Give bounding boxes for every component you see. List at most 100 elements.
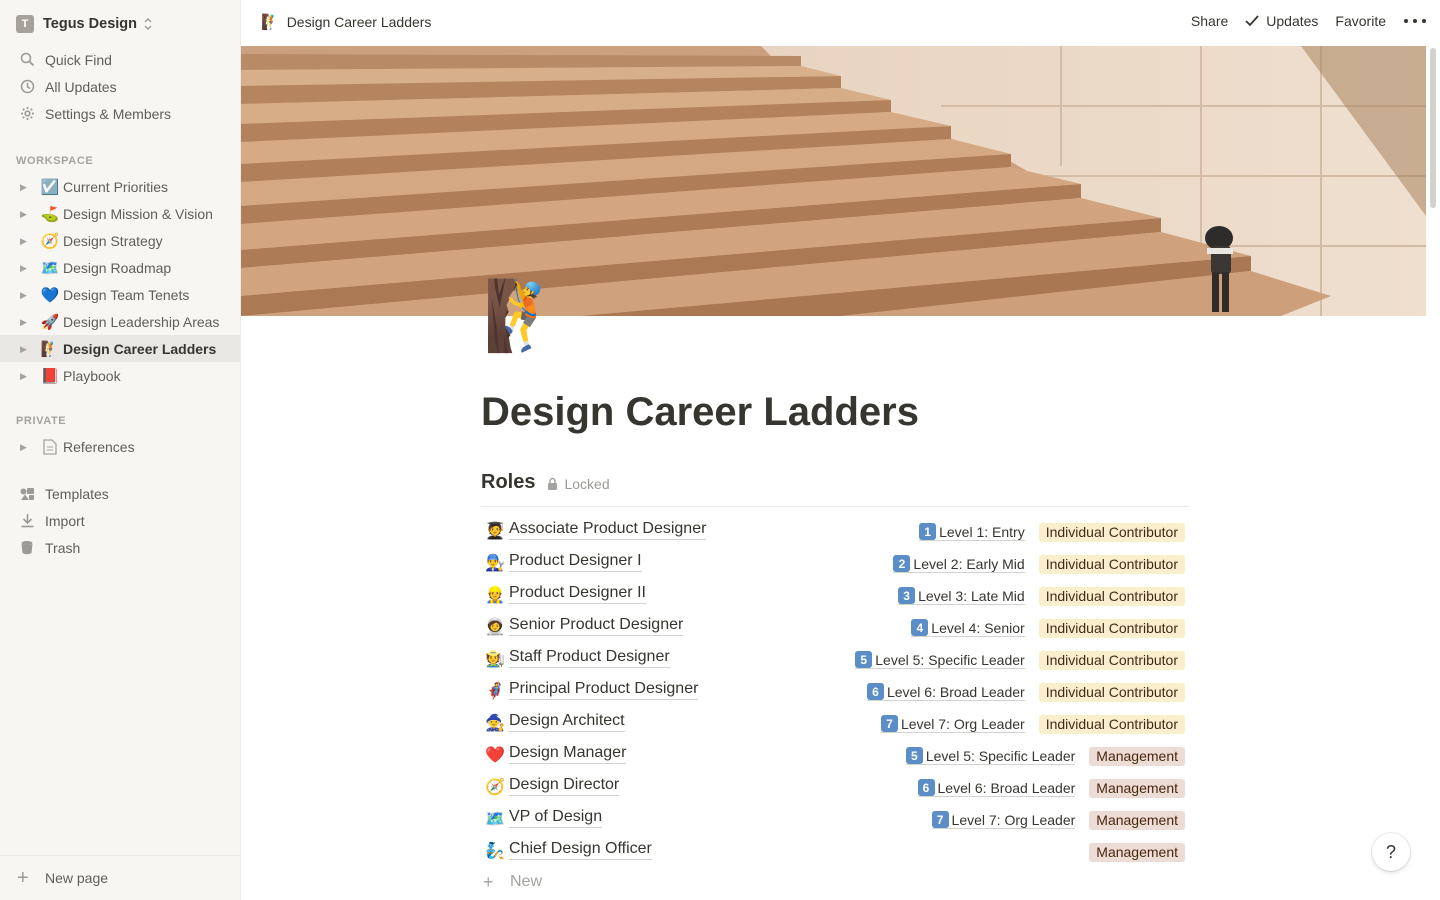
table-row[interactable]: ❤️ Design Manager 5 Level 5: Specific Lea… xyxy=(481,739,1189,771)
level-link[interactable]: 4 Level 4: Senior xyxy=(911,619,1025,637)
import-icon xyxy=(18,512,36,530)
level-link[interactable]: 2 Level 2: Early Mid xyxy=(893,555,1025,573)
share-button[interactable]: Share xyxy=(1191,13,1228,29)
role-name[interactable]: Staff Product Designer xyxy=(509,648,670,668)
expand-triangle-icon[interactable]: ▶ xyxy=(20,344,30,354)
more-options-icon[interactable] xyxy=(1404,19,1426,23)
import-button[interactable]: Import xyxy=(0,507,240,534)
number-5-icon: 5 xyxy=(905,747,923,764)
new-page-button[interactable]: + New page xyxy=(0,855,240,900)
workspace-switcher[interactable]: T Tegus Design xyxy=(16,13,153,35)
trash-label: Trash xyxy=(45,539,81,556)
plus-icon: + xyxy=(17,866,29,889)
quick-find-label: Quick Find xyxy=(45,51,112,68)
sidebar-item-design-strategy[interactable]: ▶ 🧭 Design Strategy xyxy=(0,227,240,254)
check-box-icon: ☑️ xyxy=(40,178,60,196)
cover-image[interactable] xyxy=(241,46,1426,316)
all-updates-button[interactable]: All Updates xyxy=(0,73,240,100)
level-link[interactable]: 6 Level 6: Broad Leader xyxy=(917,779,1076,797)
golf-flag-icon: ⛳ xyxy=(40,205,60,223)
table-row[interactable]: 👷 Product Designer II 3 Level 3: Late Mid… xyxy=(481,579,1189,611)
expand-triangle-icon[interactable]: ▶ xyxy=(20,182,30,192)
table-row[interactable]: 👨‍🔧 Product Designer I 2 Level 2: Early M… xyxy=(481,547,1189,579)
sidebar-item-design-mission-vision[interactable]: ▶ ⛳ Design Mission & Vision xyxy=(0,200,240,227)
database-title[interactable]: Roles xyxy=(481,471,535,494)
breadcrumb[interactable]: 🧗 Design Career Ladders xyxy=(261,13,431,31)
sidebar-item-label: References xyxy=(63,438,135,455)
table-row[interactable]: 🧭 Design Director 6 Level 6: Broad Leader… xyxy=(481,771,1189,803)
role-name[interactable]: Associate Product Designer xyxy=(509,520,707,540)
expand-triangle-icon[interactable]: ▶ xyxy=(20,209,30,219)
table-row[interactable]: 🧑‍🚀 Senior Product Designer 4 Level 4: Se… xyxy=(481,611,1189,643)
sidebar-item-design-team-tenets[interactable]: ▶ 💙 Design Team Tenets xyxy=(0,281,240,308)
new-row-button[interactable]: + New xyxy=(481,868,542,896)
compass-icon: 🧭 xyxy=(485,779,505,796)
templates-button[interactable]: Templates xyxy=(0,480,240,507)
level-link[interactable]: 3 Level 3: Late Mid xyxy=(898,587,1025,605)
topbar: 🧗 Design Career Ladders Share Updates Fa… xyxy=(241,0,1440,46)
expand-triangle-icon[interactable]: ▶ xyxy=(20,371,30,381)
new-page-label: New page xyxy=(45,870,109,886)
role-name[interactable]: Senior Product Designer xyxy=(509,616,684,636)
number-7-icon: 7 xyxy=(931,811,949,828)
level-link[interactable]: 1 Level 1: Entry xyxy=(919,523,1025,541)
table-row[interactable]: 🧙 Design Architect 7 Level 7: Org Leader I… xyxy=(481,707,1189,739)
expand-triangle-icon[interactable]: ▶ xyxy=(20,236,30,246)
role-name[interactable]: Chief Design Officer xyxy=(509,840,652,860)
quick-find-button[interactable]: Quick Find xyxy=(0,46,240,73)
wizard-icon: 🧙 xyxy=(485,715,505,732)
sidebar-item-design-leadership-areas[interactable]: ▶ 🚀 Design Leadership Areas xyxy=(0,308,240,335)
trash-button[interactable]: Trash xyxy=(0,534,240,561)
level-link[interactable]: 5 Level 5: Specific Leader xyxy=(855,651,1025,669)
expand-triangle-icon[interactable]: ▶ xyxy=(20,317,30,327)
expand-triangle-icon[interactable]: ▶ xyxy=(20,442,30,452)
role-type-tag: Management xyxy=(1089,810,1185,830)
role-name[interactable]: Product Designer II xyxy=(509,584,646,604)
page-title[interactable]: Design Career Ladders xyxy=(481,390,919,435)
lock-icon xyxy=(548,477,558,490)
sidebar-item-current-priorities[interactable]: ▶ ☑️ Current Priorities xyxy=(0,173,240,200)
sidebar-item-design-career-ladders[interactable]: ▶ 🧗 Design Career Ladders xyxy=(0,335,240,362)
role-name[interactable]: Design Director xyxy=(509,776,620,796)
table-row[interactable]: 🦸 Principal Product Designer 6 Level 6: B… xyxy=(481,675,1189,707)
private-section-label: PRIVATE xyxy=(16,415,67,427)
role-type-tag: Individual Contributor xyxy=(1038,554,1185,574)
level-label: Level 1: Entry xyxy=(939,523,1025,540)
number-3-icon: 3 xyxy=(898,587,916,604)
page-scrollbar[interactable] xyxy=(1426,46,1440,900)
role-type-tag: Management xyxy=(1089,746,1185,766)
role-name[interactable]: Product Designer I xyxy=(509,552,642,572)
level-label: Level 5: Specific Leader xyxy=(925,747,1076,764)
level-link[interactable]: 7 Level 7: Org Leader xyxy=(880,715,1025,733)
table-row[interactable]: 🗺️ VP of Design 7 Level 7: Org Leader Mana… xyxy=(481,803,1189,835)
role-type-tag: Individual Contributor xyxy=(1038,714,1185,734)
role-name[interactable]: VP of Design xyxy=(509,808,603,828)
role-name[interactable]: Design Architect xyxy=(509,712,625,732)
expand-triangle-icon[interactable]: ▶ xyxy=(20,263,30,273)
level-link[interactable]: 6 Level 6: Broad Leader xyxy=(866,683,1025,701)
all-updates-label: All Updates xyxy=(45,78,117,95)
settings-members-button[interactable]: Settings & Members xyxy=(0,100,240,127)
sidebar-item-design-roadmap[interactable]: ▶ 🗺️ Design Roadmap xyxy=(0,254,240,281)
workspace-name: Tegus Design xyxy=(43,16,137,32)
page-emoji-icon[interactable]: 🧗 xyxy=(483,276,568,356)
construction-worker-icon: 👷 xyxy=(485,587,505,604)
level-link[interactable]: 7 Level 7: Org Leader xyxy=(931,811,1076,829)
table-row[interactable]: 🧑‍🎓 Associate Product Designer 1 Level 1:… xyxy=(481,515,1189,547)
table-row[interactable]: 🧞 Chief Design Officer Management xyxy=(481,835,1189,867)
table-row[interactable]: 🧑‍🌾 Staff Product Designer 5 Level 5: Spe… xyxy=(481,643,1189,675)
astronaut-icon: 🧑‍🚀 xyxy=(485,619,505,636)
updates-button[interactable]: Updates xyxy=(1245,13,1318,29)
locked-label[interactable]: Locked xyxy=(564,476,609,492)
sidebar-item-playbook[interactable]: ▶ 📕 Playbook xyxy=(0,362,240,389)
favorite-button[interactable]: Favorite xyxy=(1335,13,1386,29)
updates-label: Updates xyxy=(1266,13,1319,29)
scrollbar-thumb[interactable] xyxy=(1430,48,1436,208)
sidebar-item-references[interactable]: ▶ References xyxy=(0,433,240,460)
role-name[interactable]: Design Manager xyxy=(509,744,627,764)
expand-triangle-icon[interactable]: ▶ xyxy=(20,290,30,300)
workspace-avatar: T xyxy=(16,15,34,33)
level-link[interactable]: 5 Level 5: Specific Leader xyxy=(905,747,1076,765)
help-button[interactable]: ? xyxy=(1372,833,1410,871)
role-name[interactable]: Principal Product Designer xyxy=(509,680,699,700)
